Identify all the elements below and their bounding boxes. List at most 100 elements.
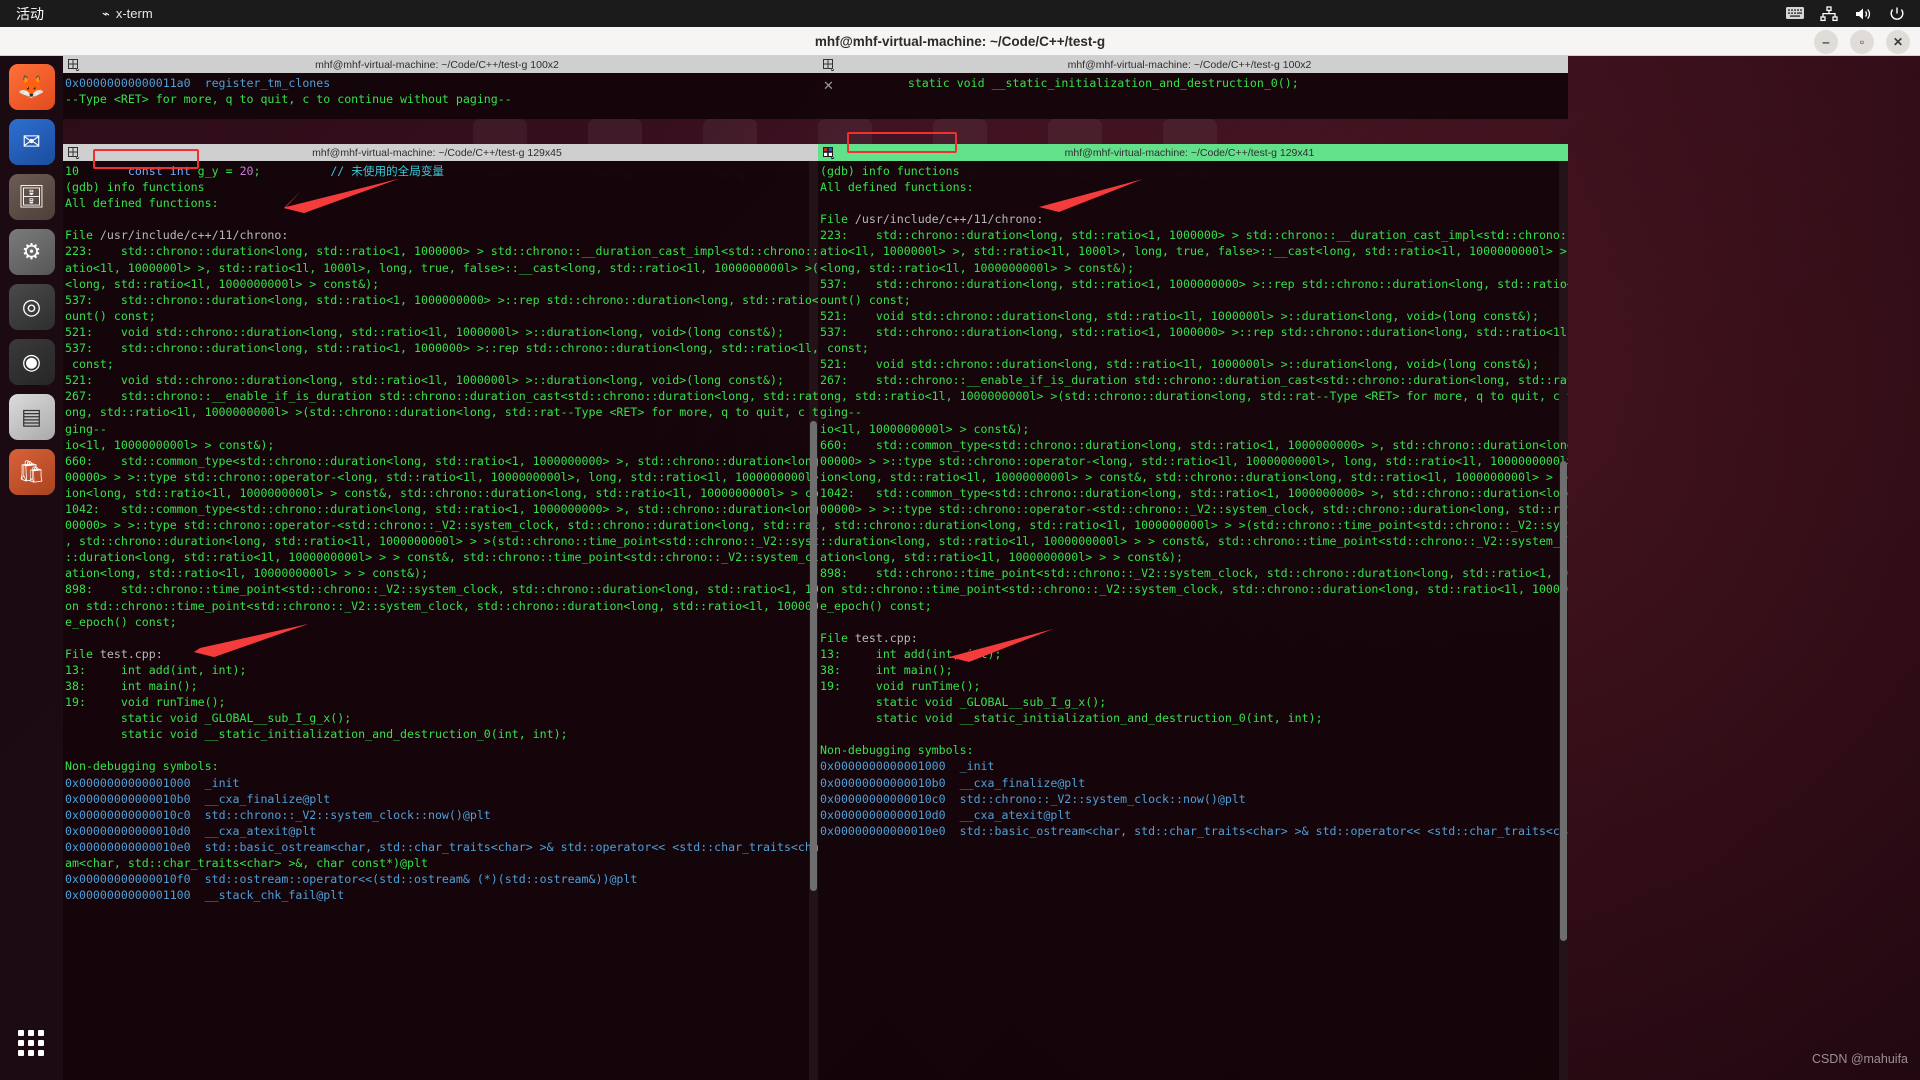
terminal-line: static void __static_initialization_and_…	[852, 76, 1299, 90]
terminal-line: 267: std::chrono::__enable_if_is_duratio…	[65, 389, 818, 404]
keyboard-icon[interactable]	[1786, 6, 1804, 22]
terminal-left-top-titlebar[interactable]: mhf@mhf-virtual-machine: ~/Code/C++/test…	[63, 56, 818, 73]
terminal-line: 521: void std::chrono::duration<long, st…	[65, 373, 784, 388]
terminal-left-main-title: mhf@mhf-virtual-machine: ~/Code/C++/test…	[312, 146, 562, 159]
terminal-line: 537: std::chrono::duration<long, std::ra…	[65, 292, 818, 307]
window-menu-icon[interactable]	[66, 57, 82, 72]
terminal-line: 00000> > >::type std::chrono::operator-<…	[65, 518, 818, 533]
show-applications-icon[interactable]	[8, 1020, 54, 1066]
terminal-line: 898: std::chrono::time_point<std::chrono…	[65, 582, 818, 597]
terminal-right-scrollbar[interactable]	[1559, 161, 1568, 1080]
terminal-line: 0x00000000000010b0 __cxa_finalize@plt	[820, 775, 1086, 790]
terminal-line: 00000> > >::type std::chrono::operator-<…	[820, 453, 1568, 468]
terminal-line: static void __static_initialization_and_…	[65, 727, 568, 742]
terminal-line: ging--	[65, 421, 107, 436]
terminal-line: 267: std::chrono::__enable_if_is_duratio…	[820, 373, 1568, 388]
terminal-line: File /usr/include/c++/11/chrono:	[65, 228, 289, 243]
terminal-line: 38: int main();	[820, 662, 953, 677]
activities-button[interactable]: 活动	[0, 4, 58, 24]
terminal-line: e_epoch() const;	[820, 598, 932, 613]
terminal-line: All defined functions:	[65, 196, 219, 211]
window-menu-icon[interactable]	[821, 57, 837, 72]
terminal-line: io<1l, 1000000000l> > const&);	[65, 437, 275, 452]
guest-window-buttons: ‒ ▫ ✕	[1814, 27, 1910, 56]
terminal-line: 0x00000000000010c0 std::chrono::_V2::sys…	[65, 807, 491, 822]
terminal-line: atio<1l, 1000000l> >, std::ratio<1l, 100…	[65, 260, 818, 275]
terminal-right-main-output[interactable]: (gdb) info functions All defined function…	[818, 161, 1568, 1080]
terminal-line: All defined functions:	[820, 180, 974, 195]
network-icon[interactable]	[1820, 5, 1838, 22]
terminal-right-main-titlebar[interactable]: mhf@mhf-virtual-machine: ~/Code/C++/test…	[818, 144, 1568, 161]
terminal-line: , std::chrono::duration<long, std::ratio…	[820, 518, 1568, 533]
terminal-line: File test.cpp:	[65, 646, 163, 661]
terminal-left-scrollbar[interactable]	[809, 161, 818, 1080]
terminal-line: e_epoch() const;	[65, 614, 177, 629]
terminal-line: 1042: std::common_type<std::chrono::dura…	[65, 501, 818, 516]
terminal-line: 0x00000000000010d0 __cxa_atexit@plt	[65, 823, 317, 838]
terminal-line: 521: void std::chrono::duration<long, st…	[820, 308, 1539, 323]
terminal-line: ging--	[820, 405, 862, 420]
terminal-line: 521: void std::chrono::duration<long, st…	[820, 357, 1539, 372]
terminal-left-main[interactable]: mhf@mhf-virtual-machine: ~/Code/C++/test…	[63, 144, 818, 1080]
terminal-line: 0x00000000000010d0 __cxa_atexit@plt	[820, 807, 1072, 822]
terminal-left-main-output[interactable]: 10 const int g_y = 20; // 未使用的全局变量 (gdb) …	[63, 161, 818, 1080]
power-icon[interactable]	[1888, 6, 1906, 22]
guest-minimize-button[interactable]: ‒	[1814, 29, 1838, 54]
window-menu-icon[interactable]	[66, 145, 82, 160]
settings-icon[interactable]: ⚙	[8, 229, 55, 275]
window-list-item-xterm[interactable]: ⌁ x-term	[58, 0, 167, 27]
terminal-right-top-title: mhf@mhf-virtual-machine: ~/Code/C++/test…	[1067, 58, 1312, 71]
terminal-line: on std::chrono::time_point<std::chrono::…	[65, 598, 818, 613]
terminal-left-top[interactable]: mhf@mhf-virtual-machine: ~/Code/C++/test…	[63, 56, 818, 119]
guest-window-titlebar: mhf@mhf-virtual-machine: ~/Code/C++/test…	[0, 27, 1920, 56]
terminal-line: 660: std::common_type<std::chrono::durat…	[820, 437, 1568, 452]
guest-close-button[interactable]: ✕	[1886, 29, 1910, 54]
terminal-line: ion<long, std::ratio<1l, 1000000000l> > …	[65, 485, 818, 500]
terminal-right-top-titlebar[interactable]: mhf@mhf-virtual-machine: ~/Code/C++/test…	[818, 56, 1568, 73]
terminal-right-top-output[interactable]: static void __static_initialization_and_…	[818, 73, 1568, 119]
terminal-line: Non-debugging symbols:	[65, 759, 219, 774]
terminal-line: 0x00000000000010f0 std::ostream::operato…	[65, 872, 638, 887]
thunderbird-icon[interactable]: ✉	[8, 119, 55, 165]
terminal-line: 13: int add(int, int);	[65, 662, 247, 677]
terminal-line: 0x0000000000001000 _init	[820, 759, 995, 774]
terminal-line: File test.cpp:	[820, 630, 918, 645]
terminal-line: ion<long, std::ratio<1l, 1000000000l> > …	[820, 469, 1568, 484]
disc-icon[interactable]: ◉	[8, 339, 55, 385]
volume-icon[interactable]	[1854, 6, 1872, 22]
terminal-right-main[interactable]: mhf@mhf-virtual-machine: ~/Code/C++/test…	[818, 144, 1568, 1080]
terminal-line: on std::chrono::time_point<std::chrono::…	[820, 582, 1568, 597]
terminal-line: 0x00000000000010b0 __cxa_finalize@plt	[65, 791, 331, 806]
terminal-line: static void __static_initialization_and_…	[820, 711, 1323, 726]
terminal-line: Non-debugging symbols:	[820, 743, 974, 758]
terminal-line: ount() const;	[65, 308, 156, 323]
terminal-right-top[interactable]: mhf@mhf-virtual-machine: ~/Code/C++/test…	[818, 56, 1568, 119]
libreoffice-icon[interactable]: ▤	[8, 394, 55, 440]
terminal-line: 10 const int g_y = 20; // 未使用的全局变量	[65, 164, 445, 178]
watermark: CSDN @mahuifa	[1811, 1052, 1908, 1066]
files-icon[interactable]: 🗄	[8, 174, 55, 220]
gnome-system-tray[interactable]	[1772, 0, 1920, 27]
terminal-line: 223: std::chrono::duration<long, std::ra…	[820, 228, 1568, 243]
window-menu-icon[interactable]	[821, 145, 837, 160]
terminal-line: io<1l, 1000000000l> > const&);	[820, 421, 1030, 436]
ubuntu-software-icon[interactable]: 🛍	[8, 449, 55, 495]
terminal-left-main-titlebar[interactable]: mhf@mhf-virtual-machine: ~/Code/C++/test…	[63, 144, 818, 161]
terminal-line: (gdb) info functions	[65, 180, 205, 195]
terminal-right-top-close-icon[interactable]: ✕	[823, 78, 834, 94]
guest-maximize-button[interactable]: ▫	[1850, 29, 1874, 54]
terminal-left-top-output[interactable]: 0x00000000000011a0 register_tm_clones --…	[63, 73, 818, 119]
ubuntu-dock: 🦊 ✉ 🗄 ⚙ ◎ ◉ ▤ 🛍	[0, 56, 63, 1080]
terminal-line: 0x00000000000010c0 std::chrono::_V2::sys…	[820, 791, 1246, 806]
rhythmbox-icon[interactable]: ◎	[8, 284, 55, 330]
firefox-icon[interactable]: 🦊	[8, 64, 55, 110]
terminal-line: ::duration<long, std::ratio<1l, 10000000…	[65, 550, 818, 565]
terminal-line: 00000> > >::type std::chrono::operator-<…	[820, 501, 1568, 516]
ubuntu-guest-desktop: mhf@mhf-virtual-machine: ~/Code/C++/test…	[0, 27, 1920, 1080]
terminal-line: 0x00000000000010e0 std::basic_ostream<ch…	[65, 839, 818, 854]
terminal-line: 0x0000000000001000 _init	[65, 775, 240, 790]
